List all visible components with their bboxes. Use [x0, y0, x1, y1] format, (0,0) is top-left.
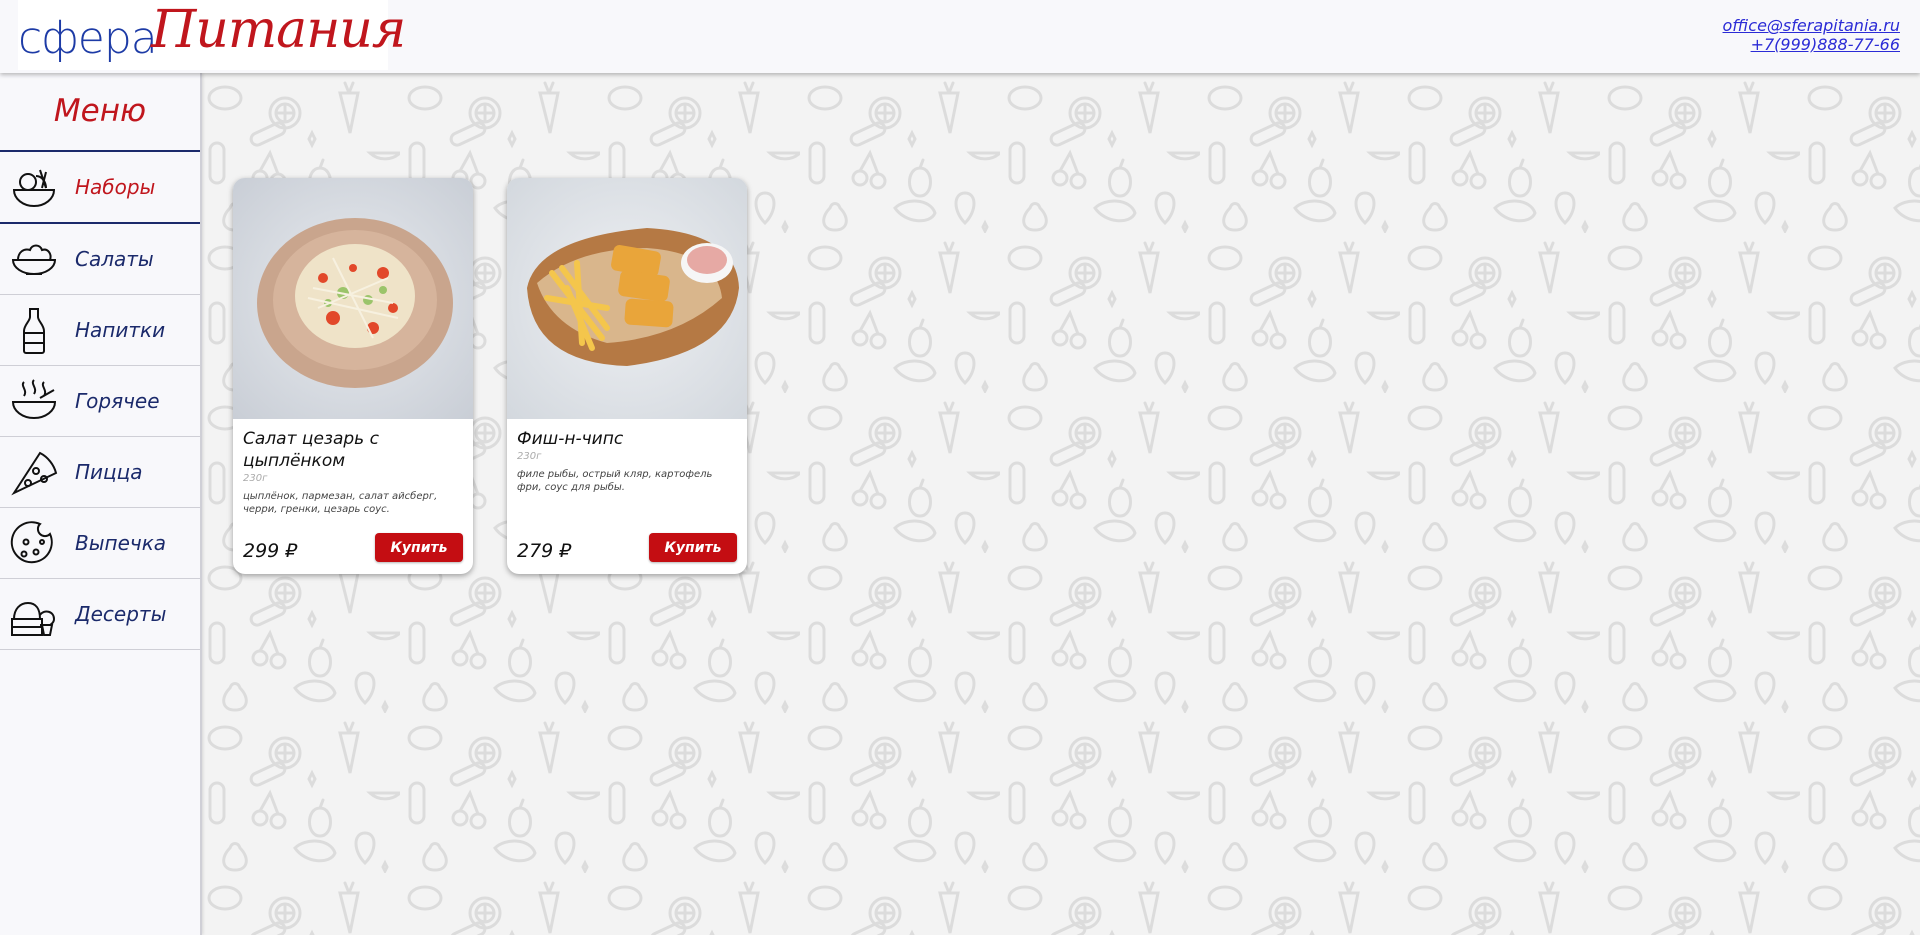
sidebar-item-label: Напитки — [75, 318, 166, 342]
sidebar-item-label: Пицца — [75, 460, 143, 484]
sidebar-menu: Меню Наборы Салаты Напитки Горячее Пицца… — [0, 73, 202, 935]
buy-button[interactable]: Купить — [649, 533, 737, 562]
caesar-salad-photo — [233, 178, 473, 419]
sidebar-item-deserty[interactable]: Десерты — [0, 578, 200, 650]
menu-title: Меню — [53, 93, 147, 129]
product-price: 299 ₽ — [243, 540, 298, 562]
bottle-icon — [23, 308, 45, 354]
product-price: 279 ₽ — [517, 540, 572, 562]
product-description: цыплёнок, пармезан, салат айсберг, черри… — [243, 491, 438, 515]
product-image[interactable] — [507, 178, 747, 419]
sidebar-item-label: Салаты — [75, 247, 154, 271]
product-card[interactable]: Салат цезарь с цыплёнком 230г цыплёнок, … — [233, 178, 473, 574]
site-logo[interactable]: сфера Питания — [18, 0, 406, 70]
sidebar-item-vypechka[interactable]: Выпечка — [0, 507, 200, 579]
sidebar-item-napitki[interactable]: Напитки — [0, 294, 200, 366]
top-header: сфера Питания office@sferapitania.ru +7(… — [0, 0, 1920, 73]
sidebar-item-label: Выпечка — [75, 531, 167, 555]
sidebar-item-nabory[interactable]: Наборы — [0, 150, 200, 224]
sidebar-item-label: Десерты — [75, 602, 167, 626]
product-name: Салат цезарь с цыплёнком — [243, 429, 379, 471]
logo-text-pitaniya: Питания — [151, 0, 406, 60]
product-description: филе рыбы, острый кляр, картофель фри, с… — [517, 469, 713, 493]
buy-button[interactable]: Купить — [375, 533, 463, 562]
logo-text-sfera: сфера — [18, 13, 158, 64]
salad-bowl-icon — [11, 244, 57, 275]
sidebar-item-goryachee[interactable]: Горячее — [0, 365, 200, 437]
sidebar-item-label: Горячее — [75, 389, 160, 413]
product-weight: 230г — [243, 473, 268, 484]
product-image[interactable] — [233, 178, 473, 419]
phone-link[interactable]: +7(999)888-77-66 — [1723, 35, 1900, 54]
fish-and-chips-photo — [507, 178, 747, 419]
product-card[interactable]: Фиш-н-чипс 230г филе рыбы, острый кляр, … — [507, 178, 747, 574]
pizza-slice-icon — [11, 451, 58, 496]
sidebar-item-label: Наборы — [75, 175, 156, 199]
sidebar-item-salaty[interactable]: Салаты — [0, 223, 200, 295]
contacts: office@sferapitania.ru +7(999)888-77-66 — [1723, 16, 1901, 54]
hot-bowl-icon — [11, 379, 57, 419]
products-area: Салат цезарь с цыплёнком 230г цыплёнок, … — [200, 73, 1920, 935]
product-name: Фиш-н-чипс — [517, 429, 624, 449]
email-link[interactable]: office@sferapitania.ru — [1723, 16, 1901, 35]
dessert-icon — [11, 601, 56, 636]
product-weight: 230г — [517, 451, 542, 462]
food-set-icon — [12, 169, 56, 207]
sidebar-item-pizza[interactable]: Пицца — [0, 436, 200, 508]
cookie-icon — [10, 521, 53, 564]
